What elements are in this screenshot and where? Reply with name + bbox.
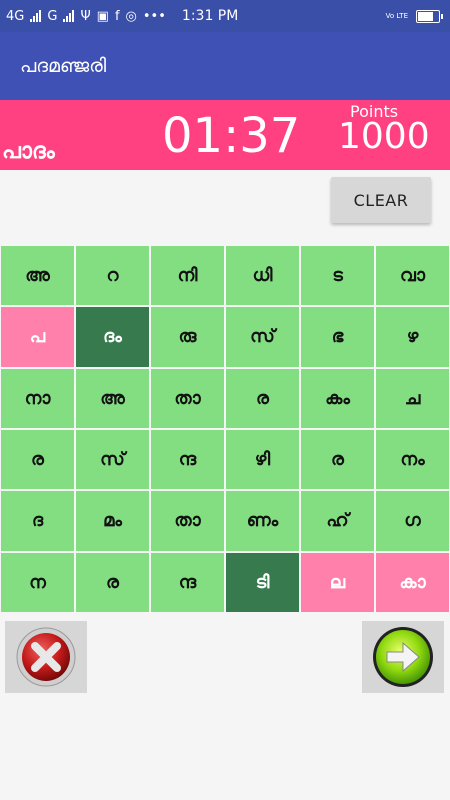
clear-button[interactable]: CLEAR xyxy=(331,177,431,223)
grid-cell[interactable]: ധി xyxy=(225,245,300,307)
grid-cell[interactable]: ഗ xyxy=(375,490,450,552)
grid-cell[interactable]: മം xyxy=(75,490,150,552)
score-bar: പാദം 01:37 Points 1000 xyxy=(0,100,450,170)
grid-cell[interactable]: ഭ xyxy=(300,306,375,368)
next-button[interactable] xyxy=(362,621,444,693)
grid-cell[interactable]: നാ xyxy=(0,367,75,429)
grid-cell[interactable]: താ xyxy=(150,490,225,552)
cancel-x-icon xyxy=(16,627,76,687)
status-bar: 4G G Ψ ▣ f ◎ ••• 1:31 PM Vo LTE xyxy=(0,0,450,32)
grid-cell[interactable]: നി xyxy=(150,245,225,307)
grid-cell[interactable]: ല xyxy=(300,551,375,613)
grid-cell[interactable]: പ xyxy=(0,306,75,368)
grid-cell[interactable]: ന്ദ xyxy=(150,428,225,491)
grid-cell[interactable]: അ xyxy=(0,245,75,307)
grid-cell[interactable]: ര xyxy=(75,551,150,613)
grid-cell[interactable]: റ xyxy=(75,245,150,307)
network-type-2: G xyxy=(47,8,58,24)
grid-cell[interactable]: വാ xyxy=(375,245,450,307)
app-bar: പദമഞ്ജരി xyxy=(0,32,450,100)
app-title: പദമഞ്ജരി xyxy=(20,55,107,77)
grid-cell[interactable]: താ xyxy=(150,367,225,429)
grid-cell[interactable]: അ xyxy=(75,367,150,429)
grid-cell[interactable]: ര xyxy=(0,428,75,491)
grid-cell[interactable]: ഹ് xyxy=(300,490,375,552)
clock: 1:31 PM xyxy=(181,8,239,24)
grid-cell[interactable]: നം xyxy=(375,428,450,491)
network-type-1: 4G xyxy=(6,8,25,24)
grid-cell[interactable]: കാ xyxy=(375,551,450,613)
signal-icon-2 xyxy=(63,10,75,22)
grid-cell[interactable]: ദ xyxy=(0,490,75,552)
points-value: 1000 xyxy=(338,116,430,157)
grid-cell[interactable]: ഴ xyxy=(375,306,450,368)
grid-cell[interactable]: ന xyxy=(0,551,75,613)
grid-cell[interactable]: ര xyxy=(225,367,300,429)
usb-icon: Ψ xyxy=(80,8,91,24)
grid-cell[interactable]: ണം xyxy=(225,490,300,552)
facebook-icon: f xyxy=(114,8,120,24)
grid-cell[interactable]: സ് xyxy=(225,306,300,368)
grid-cell[interactable]: ടി xyxy=(225,551,300,613)
grid-cell[interactable]: ര xyxy=(300,428,375,491)
notification-icon: ▣ xyxy=(96,8,109,24)
signal-icon xyxy=(30,10,42,22)
volte-icon: Vo LTE xyxy=(385,11,408,20)
whatsapp-icon: ◎ xyxy=(125,8,137,24)
grid-cell[interactable]: ട xyxy=(300,245,375,307)
grid-cell[interactable]: ദം xyxy=(75,306,150,368)
more-icon: ••• xyxy=(142,8,166,24)
grid-cell[interactable]: കം xyxy=(300,367,375,429)
grid-cell[interactable]: സ് xyxy=(75,428,150,491)
grid-cell[interactable]: ച xyxy=(375,367,450,429)
letter-grid: അ റ നി ധി ട വാ പ ദം രു സ് ഭ ഴ നാ അ താ ര … xyxy=(0,245,450,613)
grid-cell[interactable]: രു xyxy=(150,306,225,368)
grid-cell[interactable]: ന്ദ xyxy=(150,551,225,613)
next-arrow-icon xyxy=(373,627,433,687)
timer: 01:37 xyxy=(162,108,301,164)
grid-cell[interactable]: ഴി xyxy=(225,428,300,491)
current-word: പാദം xyxy=(2,139,55,164)
cancel-button[interactable] xyxy=(5,621,87,693)
battery-icon xyxy=(416,9,443,23)
